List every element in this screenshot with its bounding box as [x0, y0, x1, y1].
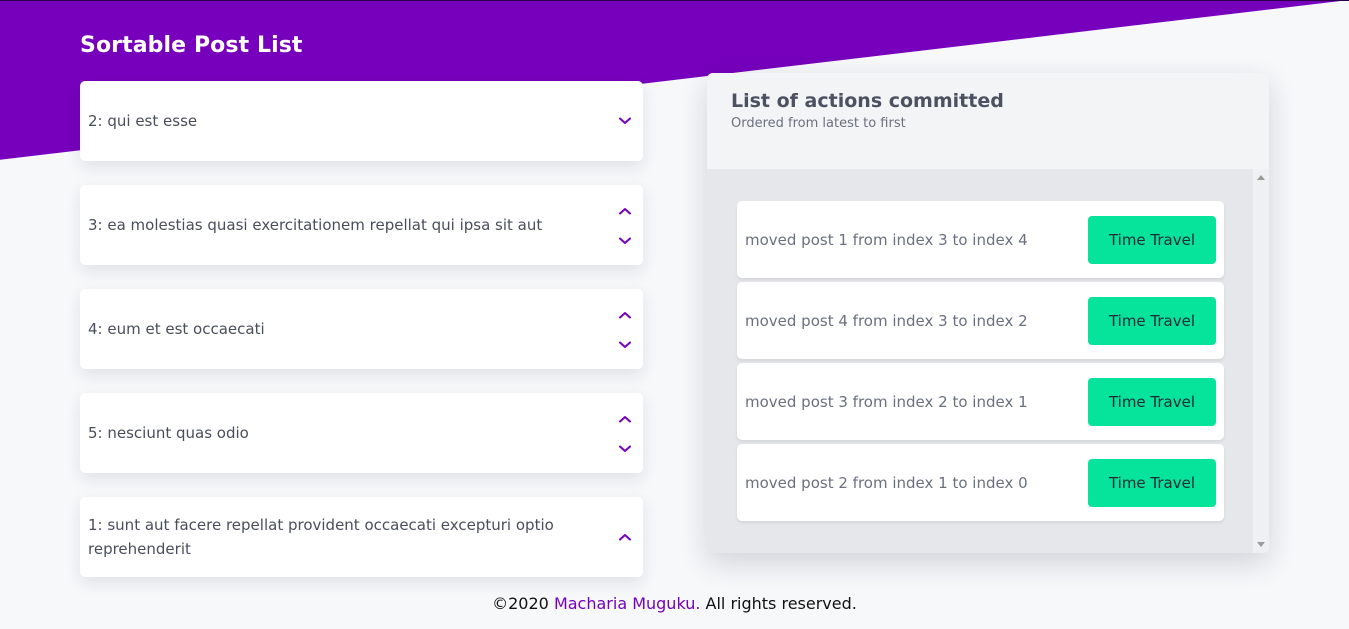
action-item: moved post 1 from index 3 to index 4 Tim… — [737, 201, 1224, 278]
time-travel-button[interactable]: Time Travel — [1088, 377, 1216, 426]
post-title: 1: sunt aut facere repellat provident oc… — [88, 516, 554, 558]
post-list: 2: qui est esse 3: ea molestias quasi ex… — [80, 81, 643, 601]
actions-panel-subtitle: Ordered from latest to first — [731, 116, 906, 131]
post-card[interactable]: 2: qui est esse — [80, 81, 643, 161]
post-title: 4: eum et est occaecati — [88, 320, 265, 338]
time-travel-button[interactable]: Time Travel — [1088, 296, 1216, 345]
actions-panel-title: List of actions committed — [731, 90, 1004, 112]
scroll-down-icon[interactable] — [1257, 542, 1265, 547]
post-title: 2: qui est esse — [88, 112, 198, 130]
post-title: 3: ea molestias quasi exercitationem rep… — [88, 216, 543, 234]
post-card[interactable]: 1: sunt aut facere repellat provident oc… — [80, 497, 643, 577]
action-item: moved post 4 from index 3 to index 2 Tim… — [737, 282, 1224, 359]
post-card[interactable]: 3: ea molestias quasi exercitationem rep… — [80, 185, 643, 265]
post-card[interactable]: 5: nesciunt quas odio — [80, 393, 643, 473]
footer-copyright: ©2020 — [492, 594, 554, 613]
chevron-up-icon[interactable] — [618, 412, 632, 426]
time-travel-button[interactable]: Time Travel — [1088, 458, 1216, 507]
page-title: Sortable Post List — [80, 33, 303, 58]
footer-author-link[interactable]: Macharia Muguku. — [554, 594, 701, 613]
time-travel-button[interactable]: Time Travel — [1088, 215, 1216, 264]
chevron-down-icon[interactable] — [618, 338, 632, 352]
action-text: moved post 3 from index 2 to index 1 — [745, 392, 1028, 411]
actions-panel: List of actions committed Ordered from l… — [707, 73, 1269, 553]
footer: ©2020 Macharia Muguku. All rights reserv… — [0, 594, 1349, 613]
top-border-line — [0, 0, 1349, 1]
action-item: moved post 3 from index 2 to index 1 Tim… — [737, 363, 1224, 440]
action-text: moved post 1 from index 3 to index 4 — [745, 230, 1028, 249]
actions-list-container: moved post 1 from index 3 to index 4 Tim… — [707, 169, 1253, 553]
actions-scrollbar[interactable] — [1253, 169, 1269, 553]
action-text: moved post 2 from index 1 to index 0 — [745, 473, 1028, 492]
actions-panel-header: List of actions committed Ordered from l… — [707, 73, 1269, 169]
chevron-up-icon[interactable] — [618, 204, 632, 218]
chevron-down-icon[interactable] — [618, 442, 632, 456]
footer-rights: All rights reserved. — [700, 594, 857, 613]
chevron-up-icon[interactable] — [618, 530, 632, 544]
action-item: moved post 2 from index 1 to index 0 Tim… — [737, 444, 1224, 521]
post-title: 5: nesciunt quas odio — [88, 424, 249, 442]
chevron-down-icon[interactable] — [618, 114, 632, 128]
post-card[interactable]: 4: eum et est occaecati — [80, 289, 643, 369]
chevron-up-icon[interactable] — [618, 308, 632, 322]
scroll-up-icon[interactable] — [1257, 175, 1265, 180]
action-text: moved post 4 from index 3 to index 2 — [745, 311, 1028, 330]
chevron-down-icon[interactable] — [618, 234, 632, 248]
action-list: moved post 1 from index 3 to index 4 Tim… — [737, 201, 1224, 525]
